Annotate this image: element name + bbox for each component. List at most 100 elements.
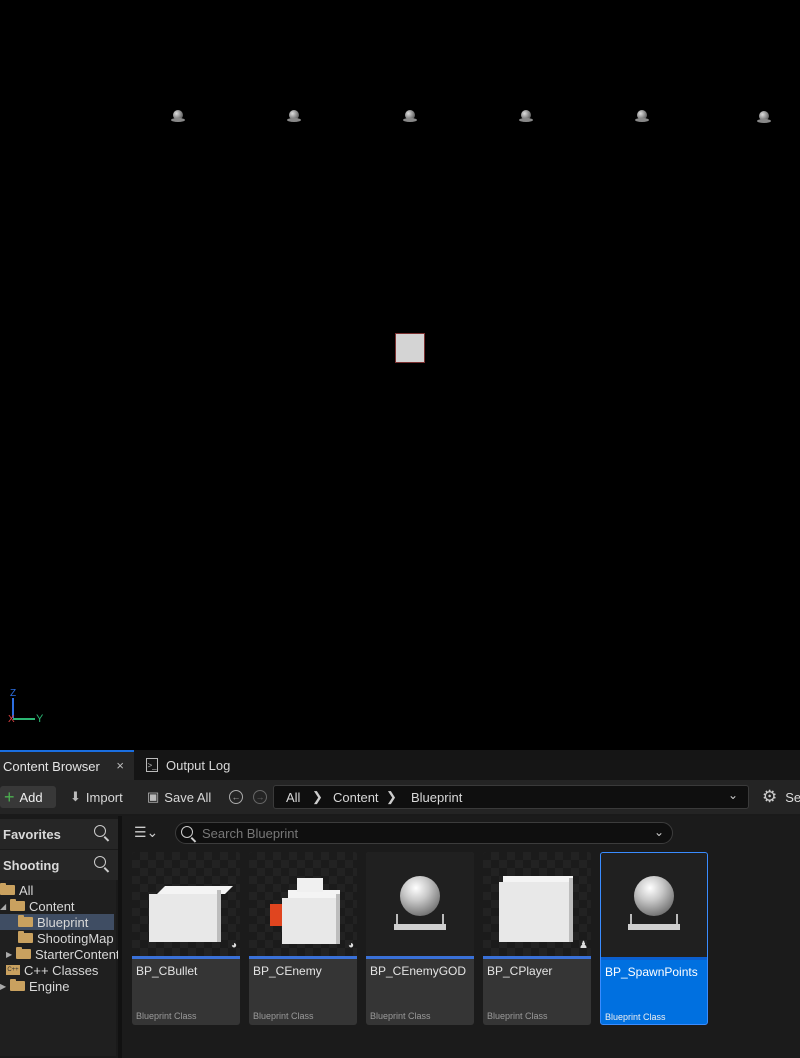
settings-label: Se (785, 789, 800, 805)
project-label: Shooting (3, 857, 60, 873)
settings-button[interactable]: ⚙ Se (762, 787, 800, 807)
gear-icon: ⚙ (762, 787, 778, 806)
tab-output-log[interactable]: >_ Output Log (142, 750, 230, 780)
favorites-label: Favorites (3, 826, 61, 842)
tree-item-shootingmap[interactable]: ShootingMap (18, 930, 114, 946)
expand-icon[interactable]: ▶ (6, 950, 16, 959)
expand-icon[interactable]: ▶ (0, 982, 10, 991)
tree-item-cpp-classes[interactable]: C++ C++ Classes (6, 962, 98, 978)
asset-tile[interactable]: ♟ BP_CPlayer Blueprint Class (483, 852, 591, 1025)
cube-thumbnail: ♟ (483, 852, 591, 956)
spawn-point-icon[interactable] (287, 110, 301, 122)
search-field[interactable]: ⌄ (175, 822, 673, 844)
tree-item-label: Blueprint (37, 914, 89, 930)
plus-icon: + (4, 787, 15, 807)
tree-item-label: Engine (29, 978, 70, 994)
import-label: Import (85, 789, 123, 805)
asset-type: Blueprint Class (605, 1012, 666, 1022)
spawn-point-icon[interactable] (757, 111, 771, 123)
content-toolbar: + Add ⬇ Import ▣ Save All ← → All ❯ Cont… (0, 780, 800, 814)
save-all-label: Save All (164, 789, 212, 805)
back-icon[interactable]: ← (229, 790, 243, 804)
sphere-thumbnail (366, 852, 474, 956)
enemy-thumbnail: ◕ (249, 852, 357, 956)
asset-tile[interactable]: BP_CEnemyGOD Blueprint Class (366, 852, 474, 1025)
tab-label: Output Log (166, 757, 231, 773)
chevron-right-icon[interactable]: ❯ (312, 789, 323, 805)
breadcrumb-blueprint[interactable]: Blueprint (411, 790, 462, 805)
tree-item-startercontent[interactable]: ▶ StarterContent (6, 946, 120, 962)
actor-icon: ◕ (230, 940, 237, 951)
tab-content-browser[interactable]: Content Browser × (0, 750, 134, 780)
asset-view: ☰⌄ ⌄ ◕ BP_CBullet Blueprint Class (122, 816, 800, 1058)
asset-tile-selected[interactable]: BP_SpawnPoints Blueprint Class (600, 852, 708, 1025)
sources-sidebar: Favorites Shooting All ◢ Content Bluepri… (0, 816, 120, 1058)
tree-item-content[interactable]: ◢ Content (0, 898, 75, 914)
breadcrumb-content[interactable]: Content (333, 790, 379, 805)
folder-icon (0, 883, 15, 895)
chevron-down-icon[interactable]: ⌄ (654, 825, 664, 839)
folder-icon (18, 931, 33, 943)
tree-item-label: ShootingMap (37, 930, 114, 946)
asset-tile[interactable]: ◕ BP_CBullet Blueprint Class (132, 852, 240, 1025)
search-icon[interactable] (94, 825, 106, 837)
tree-item-label: StarterContent (35, 946, 120, 962)
tab-bar: Content Browser × >_ Output Log (0, 750, 800, 780)
chevron-down-icon[interactable]: ⌄ (728, 788, 738, 802)
tree-item-label: All (19, 882, 34, 898)
favorites-header[interactable]: Favorites (0, 819, 118, 849)
terminal-icon: >_ (146, 758, 158, 772)
add-label: Add (19, 789, 43, 805)
asset-name: BP_CBullet (136, 964, 198, 978)
asset-type: Blueprint Class (487, 1011, 548, 1021)
axis-gizmo: Z X Y (8, 688, 44, 725)
asset-name: BP_CPlayer (487, 964, 553, 978)
cpp-folder-icon: C++ (6, 965, 20, 975)
filter-icon[interactable]: ☰⌄ (134, 824, 158, 841)
spawn-point-icon[interactable] (519, 110, 533, 122)
breadcrumb-all[interactable]: All (286, 790, 300, 805)
save-icon: ▣ (147, 789, 160, 804)
asset-name: BP_SpawnPoints (605, 965, 698, 979)
tree-item-engine[interactable]: ▶ Engine (0, 978, 69, 994)
folder-tree: All ◢ Content Blueprint ShootingMap ▶ St… (0, 880, 120, 1056)
asset-type: Blueprint Class (136, 1011, 197, 1021)
player-cube[interactable] (395, 333, 425, 363)
tab-label: Content Browser (3, 758, 100, 774)
tree-item-label: Content (29, 898, 75, 914)
spawn-point-icon[interactable] (403, 110, 417, 122)
search-icon[interactable] (94, 856, 106, 868)
tree-item-label: C++ Classes (24, 962, 99, 978)
content-browser-panel: Content Browser × >_ Output Log + Add ⬇ … (0, 750, 800, 1058)
import-icon: ⬇ (70, 789, 81, 804)
asset-type: Blueprint Class (370, 1011, 431, 1021)
tree-item-all[interactable]: All (0, 882, 33, 898)
folder-icon (16, 947, 31, 959)
spawn-point-icon[interactable] (635, 110, 649, 122)
spawn-point-icon[interactable] (171, 110, 185, 122)
pawn-icon: ♟ (579, 940, 588, 951)
sphere-thumbnail (601, 853, 707, 957)
actor-icon: ◕ (347, 940, 354, 951)
asset-type: Blueprint Class (253, 1011, 314, 1021)
level-viewport[interactable]: Z X Y (0, 0, 800, 750)
save-all-button[interactable]: ▣ Save All (147, 786, 211, 808)
chevron-right-icon[interactable]: ❯ (386, 789, 397, 805)
add-button[interactable]: + Add (0, 786, 56, 808)
project-header[interactable]: Shooting (0, 850, 118, 880)
search-input[interactable] (202, 824, 642, 842)
expand-icon[interactable]: ◢ (0, 902, 10, 911)
search-icon (181, 826, 193, 838)
folder-icon (10, 899, 25, 911)
cube-thumbnail: ◕ (132, 852, 240, 956)
import-button[interactable]: ⬇ Import (70, 786, 123, 808)
forward-icon[interactable]: → (253, 790, 267, 804)
close-icon[interactable]: × (116, 758, 124, 773)
asset-tile[interactable]: ◕ BP_CEnemy Blueprint Class (249, 852, 357, 1025)
breadcrumb[interactable]: All ❯ Content ❯ Blueprint ⌄ (273, 785, 749, 809)
folder-icon (10, 979, 25, 991)
asset-name: BP_CEnemy (253, 964, 322, 978)
folder-icon (18, 915, 33, 927)
asset-name: BP_CEnemyGOD (370, 964, 467, 978)
tree-item-blueprint[interactable]: Blueprint (0, 914, 114, 930)
